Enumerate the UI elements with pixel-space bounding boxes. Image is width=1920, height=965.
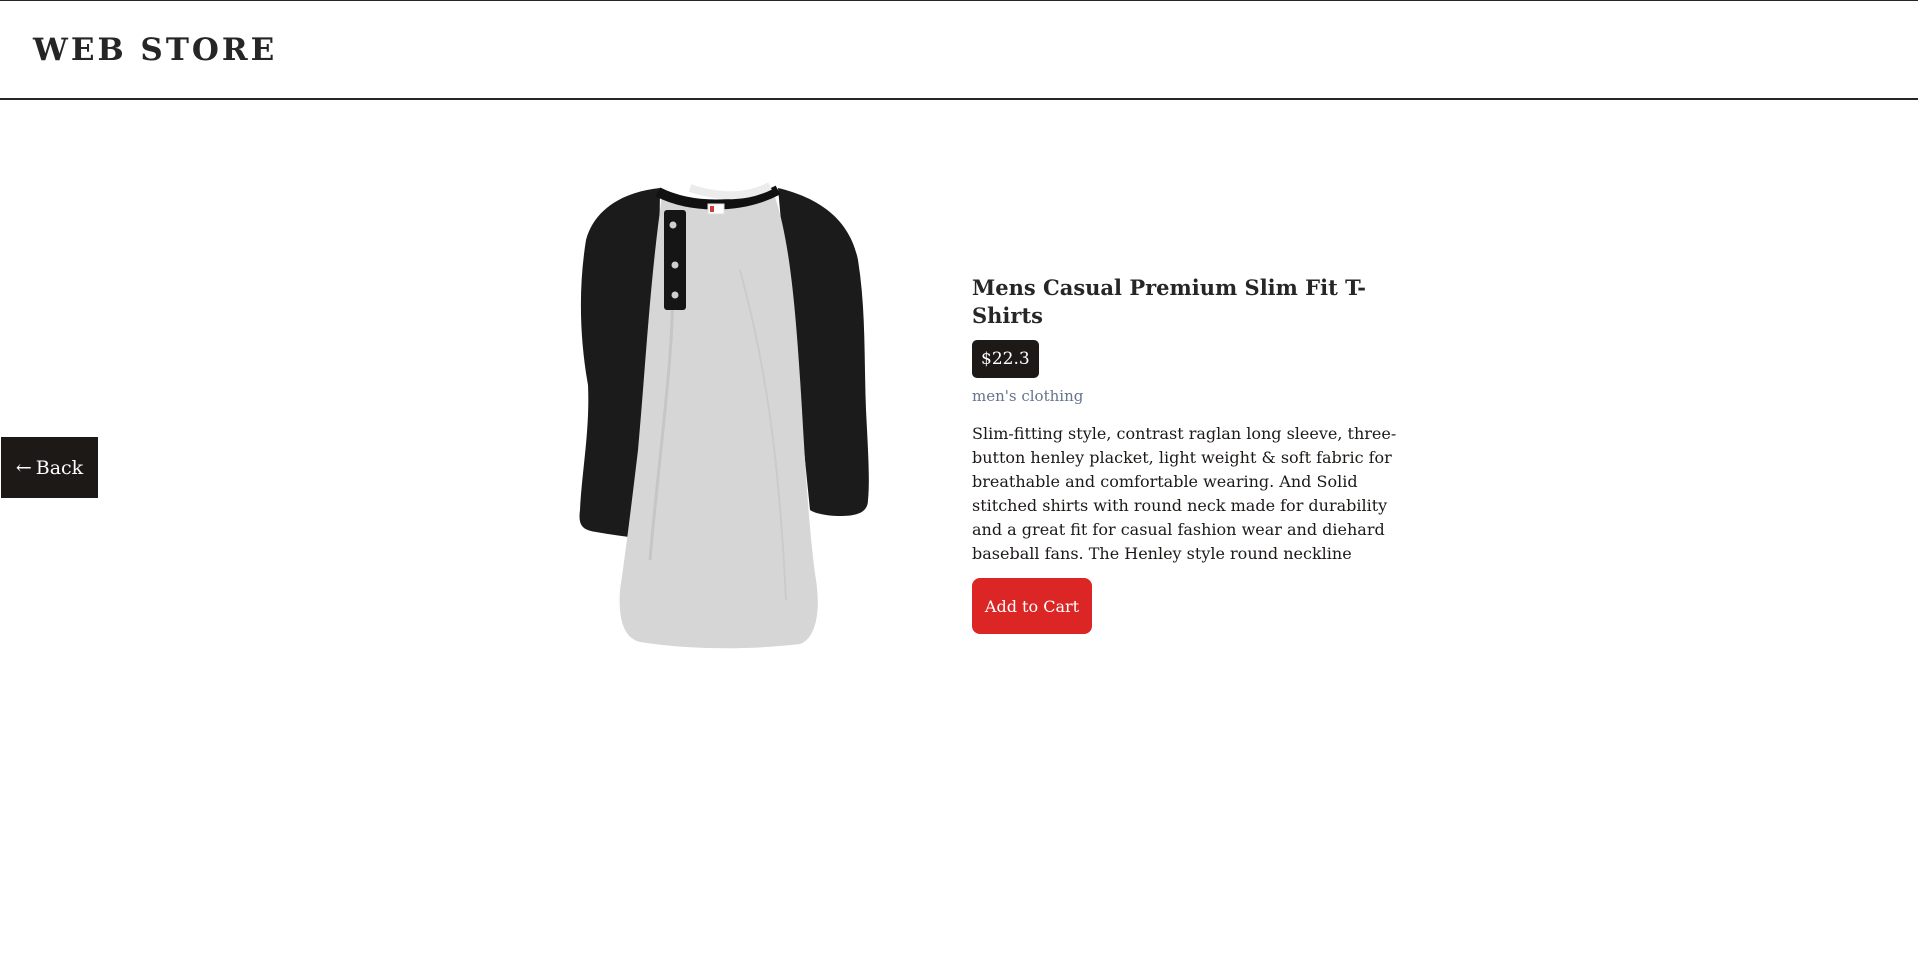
add-to-cart-button[interactable]: Add to Cart — [972, 578, 1092, 634]
back-button[interactable]: ← Back — [1, 437, 98, 498]
product-title: Mens Casual Premium Slim Fit T-Shirts — [972, 275, 1366, 328]
site-header: WEB STORE — [0, 0, 1918, 100]
product-description: Slim-fitting style, contrast raglan long… — [972, 424, 1397, 563]
product-category: men's clothing — [972, 387, 1084, 405]
store-logo[interactable]: WEB STORE — [33, 32, 277, 68]
back-label: Back — [35, 456, 84, 479]
product-details: Mens Casual Premium Slim Fit T-Shirts $2… — [972, 274, 1422, 634]
price-badge: $22.3 — [972, 340, 1039, 378]
product-image — [540, 180, 900, 654]
arrow-left-icon: ← — [15, 456, 32, 479]
